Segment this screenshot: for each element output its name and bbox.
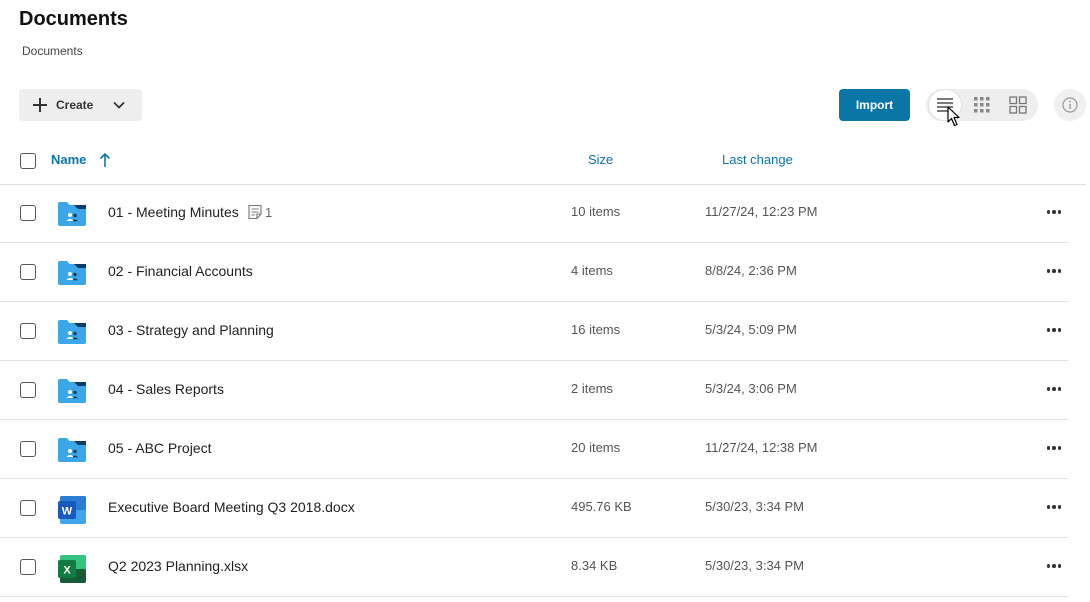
select-all-checkbox[interactable]: [20, 153, 36, 169]
more-actions-button[interactable]: [1044, 497, 1064, 517]
file-name[interactable]: 01 - Meeting Minutes: [108, 204, 239, 220]
create-button[interactable]: Create: [19, 89, 142, 121]
row-checkbox[interactable]: [20, 441, 36, 457]
row-checkbox[interactable]: [20, 323, 36, 339]
info-icon: [1062, 97, 1078, 113]
note-icon: [248, 204, 262, 220]
table-header: Name Size Last change: [0, 140, 1086, 185]
row-checkbox[interactable]: [20, 264, 36, 280]
last-change-date: 11/27/24, 12:38 PM: [705, 440, 818, 455]
svg-text:W: W: [62, 506, 73, 518]
more-options-icon: [1046, 505, 1062, 509]
file-size: 8.34 KB: [571, 558, 618, 573]
table-row[interactable]: 05 - ABC Project 20 items 11/27/24, 12:38 …: [0, 420, 1068, 479]
svg-text:X: X: [63, 565, 71, 577]
tile-view-button[interactable]: [1002, 90, 1034, 120]
more-actions-button[interactable]: [1044, 556, 1064, 576]
notes-indicator[interactable]: 1: [247, 204, 272, 220]
grid-view-button[interactable]: [966, 90, 998, 120]
last-change-date: 5/3/24, 3:06 PM: [705, 381, 797, 396]
shared-folder-icon: [57, 377, 87, 410]
create-button-label: Create: [56, 98, 94, 112]
column-header-name[interactable]: Name: [51, 152, 86, 167]
row-checkbox[interactable]: [20, 205, 36, 221]
note-count: 1: [265, 204, 273, 220]
more-options-icon: [1046, 446, 1062, 450]
file-size: 495.76 KB: [571, 499, 632, 514]
table-row[interactable]: X Q2 2023 Planning.xlsx 8.34 KB 5/30/23, 3:…: [0, 538, 1068, 597]
breadcrumb[interactable]: Documents: [22, 44, 83, 58]
file-size: 20 items: [571, 440, 621, 455]
last-change-date: 5/3/24, 5:09 PM: [705, 322, 797, 337]
file-size: 2 items: [571, 381, 613, 396]
row-checkbox[interactable]: [20, 382, 36, 398]
last-change-date: 5/30/23, 3:34 PM: [705, 558, 805, 573]
more-options-icon: [1046, 210, 1062, 214]
table-row[interactable]: 04 - Sales Reports 2 items 5/3/24, 3:06 PM: [0, 361, 1068, 420]
table-row[interactable]: 01 - Meeting Minutes 10 items 11/27/24, 12…: [0, 184, 1068, 243]
last-change-date: 11/27/24, 12:23 PM: [705, 204, 818, 219]
last-change-date: 8/8/24, 2:36 PM: [705, 263, 797, 278]
sort-ascending-icon[interactable]: [99, 152, 111, 168]
row-checkbox[interactable]: [20, 559, 36, 575]
shared-folder-icon: [57, 436, 87, 469]
excel-sheet-icon: X: [57, 554, 87, 589]
file-name[interactable]: Q2 2023 Planning.xlsx: [108, 558, 248, 574]
table-row[interactable]: 02 - Financial Accounts 4 items 8/8/24, 2:…: [0, 243, 1068, 302]
file-size: 4 items: [571, 263, 613, 278]
info-button[interactable]: [1054, 89, 1086, 121]
file-name[interactable]: 05 - ABC Project: [108, 440, 212, 456]
file-size: 10 items: [571, 204, 621, 219]
table-row[interactable]: 03 - Strategy and Planning 16 items 5/3/24…: [0, 302, 1068, 361]
file-name[interactable]: 04 - Sales Reports: [108, 381, 224, 397]
file-name[interactable]: 03 - Strategy and Planning: [108, 322, 274, 338]
more-actions-button[interactable]: [1044, 320, 1064, 340]
more-actions-button[interactable]: [1044, 379, 1064, 399]
more-options-icon: [1046, 328, 1062, 332]
row-checkbox[interactable]: [20, 500, 36, 516]
plus-icon: [33, 98, 47, 112]
mouse-cursor-icon: [947, 106, 960, 127]
column-header-size[interactable]: Size: [588, 152, 613, 167]
shared-folder-icon: [57, 200, 87, 233]
more-actions-button[interactable]: [1044, 438, 1064, 458]
shared-folder-icon: [57, 318, 87, 351]
large-grid-icon: [1009, 96, 1027, 114]
chevron-down-icon: [113, 101, 125, 109]
page-title: Documents: [19, 8, 128, 30]
file-name[interactable]: 02 - Financial Accounts: [108, 263, 253, 279]
last-change-date: 5/30/23, 3:34 PM: [705, 499, 805, 514]
column-header-last-change[interactable]: Last change: [722, 152, 793, 167]
more-options-icon: [1046, 269, 1062, 273]
small-grid-icon: [974, 97, 990, 113]
shared-folder-icon: [57, 259, 87, 292]
view-toggle-group: [926, 89, 1038, 121]
more-options-icon: [1046, 387, 1062, 391]
file-size: 16 items: [571, 322, 621, 337]
more-actions-button[interactable]: [1044, 261, 1064, 281]
word-doc-icon: W: [57, 495, 87, 530]
more-options-icon: [1046, 564, 1062, 568]
table-row[interactable]: W Executive Board Meeting Q3 2018.docx 495…: [0, 479, 1068, 538]
file-name[interactable]: Executive Board Meeting Q3 2018.docx: [108, 499, 355, 515]
import-button[interactable]: Import: [839, 89, 910, 121]
more-actions-button[interactable]: [1044, 202, 1064, 222]
